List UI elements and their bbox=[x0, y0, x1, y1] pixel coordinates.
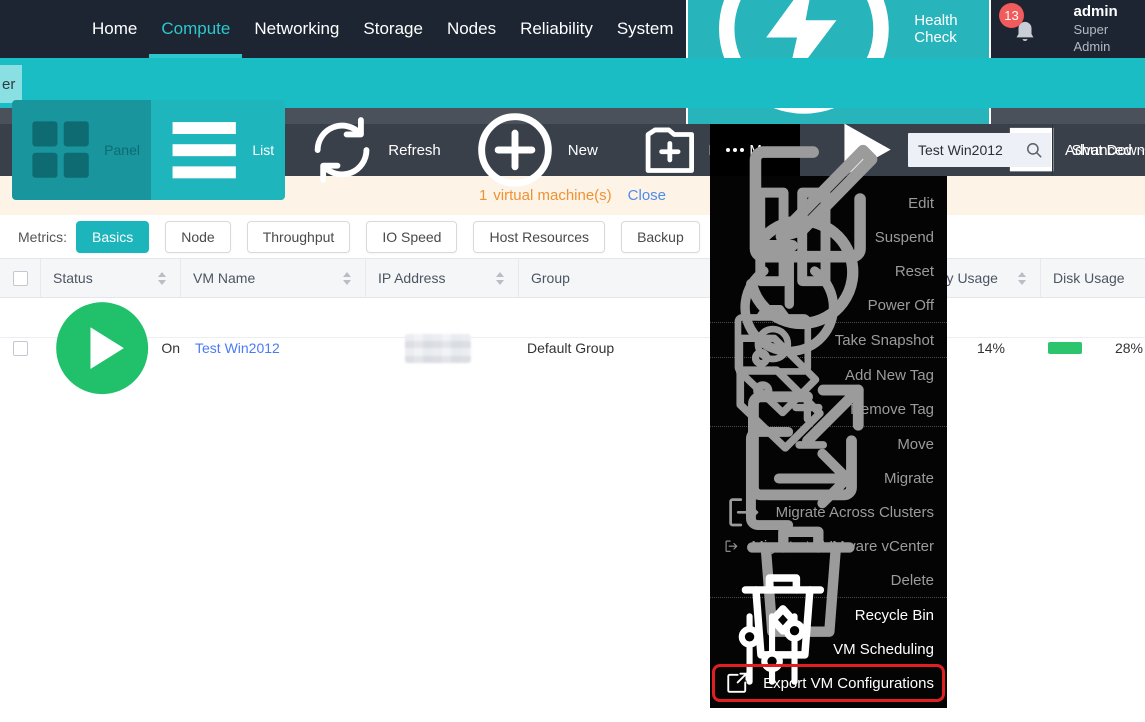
row-checkbox[interactable] bbox=[13, 341, 28, 356]
metrics-tab-node[interactable]: Node bbox=[165, 221, 230, 253]
advanced-label: Advanced bbox=[1065, 142, 1132, 159]
vm-name-cell: Test Win2012 bbox=[180, 298, 365, 398]
vm-table-header: Status VM Name IP Address Group Memory U… bbox=[0, 258, 1145, 298]
ip-address-redacted bbox=[405, 334, 471, 363]
export-icon bbox=[723, 669, 751, 697]
new-vm-button[interactable]: New bbox=[469, 104, 598, 196]
folder-plus-icon bbox=[638, 118, 702, 182]
more-dropdown-menu: Edit Suspend Reset Power Off Take Snapsh… bbox=[710, 176, 947, 708]
metrics-tab-backup[interactable]: Backup bbox=[621, 221, 700, 253]
refresh-button[interactable]: Refresh bbox=[303, 111, 441, 189]
row-checkbox-cell bbox=[0, 298, 40, 398]
list-view-label: List bbox=[252, 142, 274, 158]
memory-usage-value: 14% bbox=[977, 340, 1005, 356]
select-all-checkbox[interactable] bbox=[13, 271, 28, 286]
metrics-label: Metrics: bbox=[18, 229, 67, 245]
top-navigation: Home Compute Networking Storage Nodes Re… bbox=[0, 0, 1145, 58]
nav-item-networking[interactable]: Networking bbox=[242, 0, 351, 58]
menu-item-export-vm-configurations[interactable]: Export VM Configurations bbox=[710, 666, 947, 700]
column-header-ip-address[interactable]: IP Address bbox=[365, 259, 518, 297]
refresh-label: Refresh bbox=[388, 142, 441, 159]
grid-icon bbox=[23, 112, 98, 187]
user-info[interactable]: admin Super Admin bbox=[1073, 2, 1125, 55]
notification-area: 13 bbox=[1003, 2, 1033, 56]
menu-item-migrate[interactable]: Migrate bbox=[710, 461, 947, 495]
user-name: admin bbox=[1073, 2, 1125, 22]
nav-item-home[interactable]: Home bbox=[80, 0, 149, 58]
status-text: On bbox=[161, 340, 180, 356]
list-icon bbox=[162, 108, 246, 192]
sort-icon[interactable] bbox=[496, 272, 504, 285]
ip-address-cell bbox=[365, 298, 518, 398]
table-row[interactable]: On Test Win2012 Default Group 14% 28% bbox=[0, 298, 1145, 338]
column-header-vm-name[interactable]: VM Name bbox=[180, 259, 365, 297]
nav-item-compute[interactable]: Compute bbox=[149, 0, 242, 58]
panel-view-label: Panel bbox=[104, 142, 140, 158]
sort-icon[interactable] bbox=[343, 272, 351, 285]
close-notice-link[interactable]: Close bbox=[628, 187, 666, 204]
partial-tab[interactable]: er bbox=[0, 65, 22, 103]
column-header-status[interactable]: Status bbox=[40, 259, 180, 297]
disk-usage-value: 28% bbox=[1115, 340, 1143, 356]
sort-icon[interactable] bbox=[158, 272, 166, 285]
search-input[interactable] bbox=[908, 142, 1025, 158]
search-icon[interactable] bbox=[1025, 141, 1043, 159]
nav-items: Home Compute Networking Storage Nodes Re… bbox=[80, 0, 686, 58]
metrics-tab-host-resources[interactable]: Host Resources bbox=[473, 221, 605, 253]
metrics-tab-throughput[interactable]: Throughput bbox=[247, 221, 351, 253]
chevron-down-icon bbox=[1139, 147, 1145, 153]
view-toggle: Panel List bbox=[12, 100, 285, 200]
sort-icon[interactable] bbox=[1018, 272, 1026, 285]
menu-item-vm-scheduling[interactable]: VM Scheduling bbox=[710, 632, 947, 666]
metrics-tab-io-speed[interactable]: IO Speed bbox=[366, 221, 457, 253]
app-window: Home Compute Networking Storage Nodes Re… bbox=[0, 0, 1145, 722]
list-view-button[interactable]: List bbox=[151, 100, 285, 200]
nav-item-nodes[interactable]: Nodes bbox=[435, 0, 508, 58]
status-cell: On bbox=[40, 298, 180, 398]
power-on-status-icon bbox=[52, 298, 152, 398]
column-header-disk-usage[interactable]: Disk Usage bbox=[1040, 259, 1145, 297]
search-box bbox=[908, 133, 1051, 167]
nav-item-storage[interactable]: Storage bbox=[351, 0, 435, 58]
advanced-search-button[interactable]: Advanced bbox=[1052, 124, 1145, 176]
vm-name-link[interactable]: Test Win2012 bbox=[180, 340, 280, 356]
disk-usage-cell: 28% bbox=[1040, 298, 1145, 398]
new-label: New bbox=[568, 142, 598, 159]
user-role: Super Admin bbox=[1073, 22, 1125, 56]
notification-badge: 13 bbox=[999, 3, 1024, 28]
plus-circle-icon bbox=[469, 104, 561, 196]
refresh-icon bbox=[303, 111, 381, 189]
panel-view-button[interactable]: Panel bbox=[12, 100, 151, 200]
nav-item-reliability[interactable]: Reliability bbox=[508, 0, 605, 58]
metrics-bar: Metrics: Basics Node Throughput IO Speed… bbox=[0, 215, 1145, 258]
health-check-label: Health Check bbox=[914, 12, 976, 46]
disk-usage-bar bbox=[1048, 342, 1082, 354]
select-all-cell bbox=[0, 259, 40, 297]
group-text: Default Group bbox=[527, 340, 614, 356]
nav-item-system[interactable]: System bbox=[605, 0, 686, 58]
vm-toolbar: Panel List Refresh New New Group Power O… bbox=[0, 124, 1145, 176]
metrics-tab-basics[interactable]: Basics bbox=[76, 221, 149, 253]
